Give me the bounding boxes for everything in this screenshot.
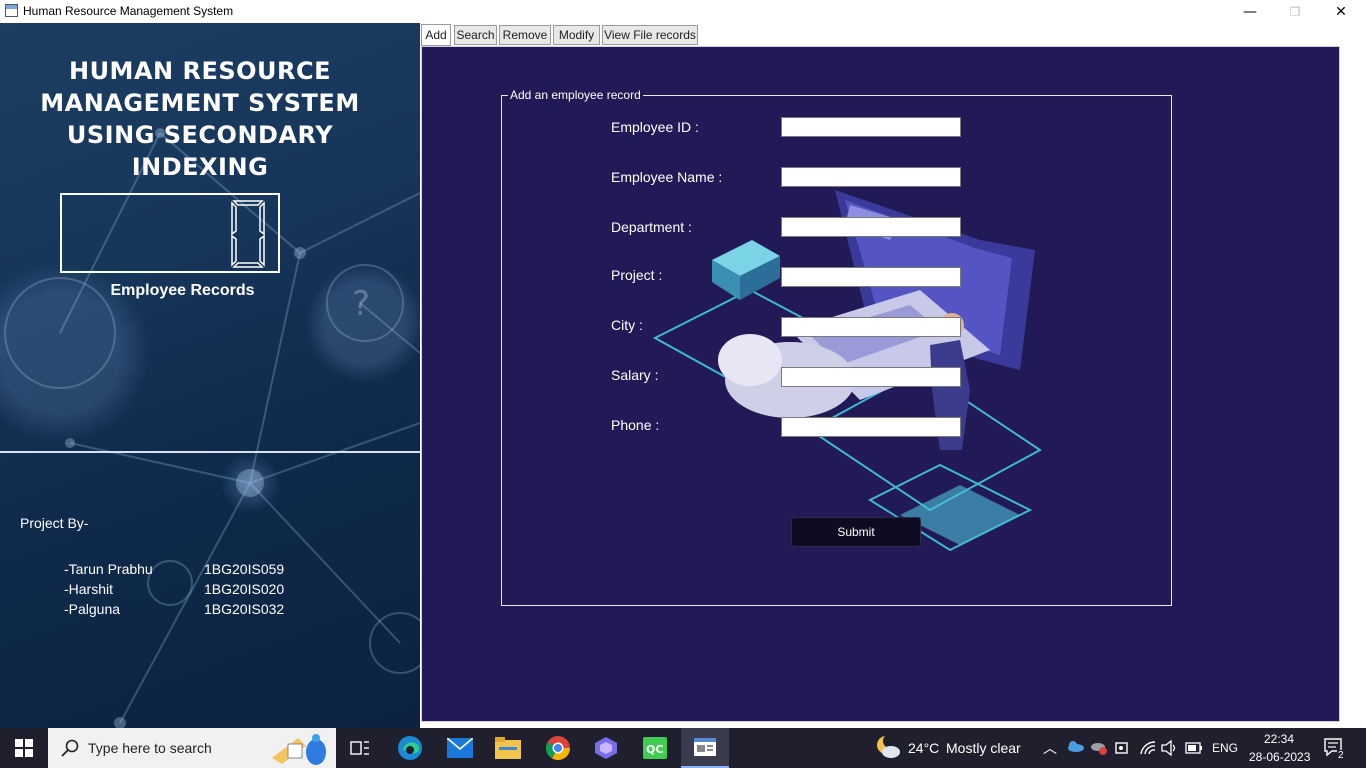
salary-input[interactable] bbox=[781, 367, 961, 387]
file-explorer-icon[interactable] bbox=[484, 728, 532, 768]
record-count-display: 0 bbox=[60, 193, 280, 273]
record-count-label: Employee Records bbox=[110, 282, 255, 299]
sidebar-panel: ? HUMAN RESOURCE MANAGEMENT SYSTEM USING… bbox=[0, 23, 420, 728]
tab-view-file-records[interactable]: View File records bbox=[602, 25, 698, 45]
lcd-digit-zero bbox=[231, 200, 265, 268]
minimize-button[interactable]: — bbox=[1227, 0, 1273, 23]
search-placeholder: Type here to search bbox=[88, 740, 212, 756]
windows-start-icon[interactable] bbox=[0, 728, 48, 768]
clock-date[interactable]: 28-06-2023 bbox=[1249, 750, 1310, 764]
member-name: -Tarun Prabhu bbox=[64, 561, 153, 577]
task-view-icon[interactable] bbox=[336, 728, 384, 768]
edge-browser-icon[interactable] bbox=[386, 728, 434, 768]
copilot-app-icon[interactable] bbox=[582, 728, 630, 768]
project-by-heading: Project By- bbox=[20, 515, 89, 531]
onedrive-error-icon[interactable] bbox=[1090, 739, 1108, 757]
app-title-line-2: MANAGEMENT SYSTEM bbox=[40, 89, 360, 117]
employee-name-input[interactable] bbox=[781, 167, 961, 187]
weather-temperature: 24°C bbox=[908, 740, 940, 756]
sidebar-divider bbox=[0, 451, 420, 453]
city-label: City : bbox=[611, 317, 643, 333]
svg-text:?: ? bbox=[352, 284, 370, 324]
battery-charging-icon[interactable] bbox=[1185, 741, 1203, 755]
app-title-line-3: USING SECONDARY INDEXING bbox=[66, 121, 334, 181]
volume-speaker-icon[interactable] bbox=[1161, 740, 1179, 756]
employee-id-input[interactable] bbox=[781, 117, 961, 137]
input-language[interactable]: ENG bbox=[1212, 741, 1238, 755]
hrms-app-taskbar-icon[interactable] bbox=[681, 728, 729, 768]
search-highlight-art-icon bbox=[272, 734, 326, 765]
tab-modify[interactable]: Modify bbox=[553, 25, 600, 45]
qt-creator-icon[interactable]: QC bbox=[631, 728, 679, 768]
window-title: Human Resource Management System bbox=[23, 4, 234, 18]
app-title-line-1: HUMAN RESOURCE bbox=[68, 57, 331, 85]
onedrive-cloud-icon[interactable] bbox=[1066, 740, 1084, 752]
department-input[interactable] bbox=[781, 217, 961, 237]
notification-count-badge: 2 bbox=[1337, 750, 1345, 761]
member-usn: 1BG20IS059 bbox=[204, 561, 285, 577]
form-group-title: Add an employee record bbox=[508, 88, 643, 102]
wifi-icon[interactable] bbox=[1139, 740, 1157, 756]
department-label: Department : bbox=[611, 219, 692, 235]
project-input[interactable] bbox=[781, 267, 961, 287]
phone-input[interactable] bbox=[781, 417, 961, 437]
weather-condition[interactable]: Mostly clear bbox=[946, 740, 1021, 756]
project-label: Project : bbox=[611, 267, 663, 283]
clock-time[interactable]: 22:34 bbox=[1264, 732, 1294, 746]
taskbar-search-box[interactable]: Type here to search bbox=[48, 728, 336, 768]
tab-add[interactable]: Add bbox=[421, 24, 451, 46]
app-title: HUMAN RESOURCE MANAGEMENT SYSTEM USING S… bbox=[0, 55, 400, 183]
search-icon bbox=[61, 739, 79, 757]
member-usn: 1BG20IS020 bbox=[204, 581, 285, 597]
member-name: -Harshit bbox=[64, 581, 114, 597]
city-input[interactable] bbox=[781, 317, 961, 337]
weather-moon-cloud-icon bbox=[877, 734, 900, 758]
member-name: -Palguna bbox=[64, 601, 121, 617]
mail-icon[interactable] bbox=[436, 728, 484, 768]
submit-button[interactable]: Submit bbox=[791, 517, 921, 547]
close-button[interactable]: ✕ bbox=[1318, 0, 1364, 23]
salary-label: Salary : bbox=[611, 367, 659, 383]
svg-text:QC: QC bbox=[646, 743, 663, 756]
phone-label: Phone : bbox=[611, 417, 660, 433]
app-window-icon bbox=[5, 4, 18, 17]
tab-search[interactable]: Search bbox=[454, 25, 497, 45]
tab-remove[interactable]: Remove bbox=[499, 25, 551, 45]
chrome-icon[interactable] bbox=[534, 728, 582, 768]
member-usn: 1BG20IS032 bbox=[204, 601, 285, 617]
title-bar: Human Resource Management System — ❐ ✕ bbox=[0, 0, 1366, 23]
show-hidden-icons-chevron-icon[interactable]: ︿ bbox=[1043, 738, 1057, 758]
employee-name-label: Employee Name : bbox=[611, 169, 723, 185]
employee-id-label: Employee ID : bbox=[611, 119, 699, 135]
maximize-button[interactable]: ❐ bbox=[1272, 0, 1318, 23]
meet-now-icon[interactable] bbox=[1115, 739, 1131, 757]
